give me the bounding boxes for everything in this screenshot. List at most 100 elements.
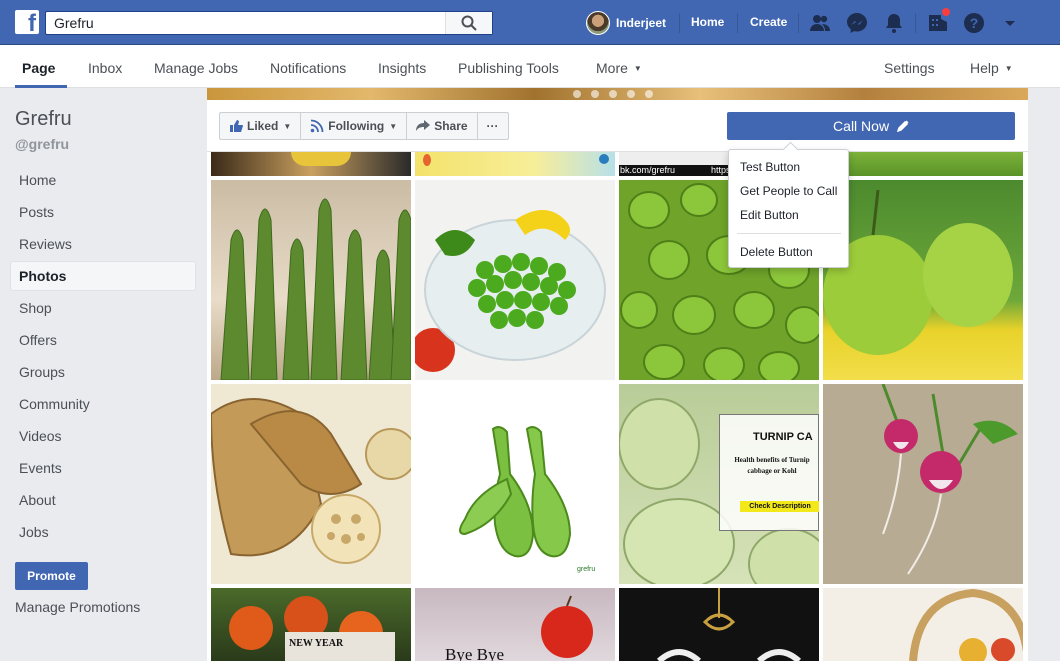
tab-settings[interactable]: Settings: [884, 60, 935, 76]
share-label: Share: [434, 119, 468, 133]
photo-thumbnail[interactable]: [211, 152, 411, 176]
carousel-dot[interactable]: [609, 90, 617, 98]
right-gutter: [1028, 88, 1060, 661]
photo-kohlrabi[interactable]: TURNIP CA Health benefits of Turnip cabb…: [619, 384, 819, 584]
sidebar-item-events[interactable]: Events: [10, 453, 196, 483]
thumbs-up-icon: [230, 120, 243, 132]
divider: [737, 13, 738, 33]
facebook-logo[interactable]: f: [15, 10, 39, 34]
tab-publishing-tools[interactable]: Publishing Tools: [458, 60, 559, 76]
caret-down-icon: ▼: [633, 64, 642, 73]
more-options-button[interactable]: ···: [478, 113, 508, 139]
tab-inbox[interactable]: Inbox: [88, 60, 122, 76]
search-icon: [461, 15, 477, 31]
following-button[interactable]: Following ▼: [301, 113, 408, 139]
tab-manage-jobs[interactable]: Manage Jobs: [154, 60, 238, 76]
photo-thumbnail[interactable]: [415, 152, 615, 176]
account-menu-chevron-icon[interactable]: [998, 11, 1022, 35]
share-button[interactable]: Share: [407, 113, 478, 139]
photo-green-peas[interactable]: [415, 180, 615, 380]
share-arrow-icon: [416, 120, 431, 131]
promote-button[interactable]: Promote: [15, 562, 88, 590]
sidebar-item-reviews[interactable]: Reviews: [10, 229, 196, 259]
avatar: [586, 11, 610, 35]
photo-radish[interactable]: [823, 384, 1023, 584]
bye-bye-text: Bye Bye: [445, 645, 505, 661]
sidebar-item-jobs[interactable]: Jobs: [10, 517, 196, 547]
menu-item-get-people-to-call[interactable]: Get People to Call: [740, 184, 837, 198]
menu-item-delete-button[interactable]: Delete Button: [740, 245, 813, 259]
card-title: TURNIP CA: [753, 431, 813, 443]
liked-button[interactable]: Liked ▼: [220, 113, 302, 139]
photo-bottle-gourd[interactable]: grefru: [415, 384, 615, 584]
photo-illustration: [823, 189, 1013, 355]
sidebar-item-about[interactable]: About: [10, 485, 196, 515]
photo-asparagus[interactable]: [211, 180, 411, 380]
caret-down-icon: ▼: [1004, 64, 1013, 73]
caret-down-icon: ▼: [389, 121, 398, 131]
svg-text:?: ?: [970, 15, 979, 31]
tab-more-label: More: [596, 60, 628, 76]
tab-page[interactable]: Page: [22, 60, 55, 76]
photo-2019[interactable]: [619, 588, 819, 661]
tab-notifications[interactable]: Notifications: [270, 60, 346, 76]
photo-guava[interactable]: [823, 180, 1023, 380]
liked-label: Liked: [247, 119, 279, 133]
more-label: ···: [486, 119, 499, 133]
carousel-dot[interactable]: [645, 90, 653, 98]
page-title[interactable]: Grefru: [15, 108, 72, 131]
search-box: [45, 11, 493, 35]
page-action-bar: Liked ▼ Following ▼ Share ··· Call Now: [207, 100, 1028, 152]
photo-illustration: [415, 210, 606, 372]
photo-lotus-root[interactable]: [211, 384, 411, 584]
carousel-dot[interactable]: [591, 90, 599, 98]
carousel-dot[interactable]: [573, 90, 581, 98]
call-now-button[interactable]: Call Now: [727, 112, 1015, 140]
info-card: TURNIP CA Health benefits of Turnip cabb…: [719, 414, 819, 531]
call-now-dropdown-menu: Test Button Get People to Call Edit Butt…: [728, 149, 849, 268]
check-description-button: Check Description: [740, 501, 819, 512]
photo-detail: [291, 152, 351, 166]
photo-bye-bye[interactable]: Bye Bye: [415, 588, 615, 661]
menu-item-edit-button[interactable]: Edit Button: [740, 208, 799, 222]
photo-new-year-veggies[interactable]: NEW YEAR: [211, 588, 411, 661]
manage-promotions-link[interactable]: Manage Promotions: [15, 599, 140, 615]
carousel-dot[interactable]: [627, 90, 635, 98]
notifications-icon[interactable]: [882, 11, 906, 35]
user-name: Inderjeet: [616, 16, 667, 30]
profile-link[interactable]: Inderjeet: [586, 11, 666, 35]
messenger-icon[interactable]: [845, 11, 869, 35]
tab-more[interactable]: More ▼: [596, 60, 642, 76]
new-year-banner: NEW YEAR: [285, 632, 395, 661]
tab-help[interactable]: Help ▼: [970, 60, 1013, 76]
sidebar-item-community[interactable]: Community: [10, 389, 196, 419]
photo-caption: bk.com/grefru: [620, 165, 676, 175]
sidebar-item-photos[interactable]: Photos: [10, 261, 196, 291]
search-button[interactable]: [445, 12, 492, 34]
cover-photo[interactable]: [207, 88, 1028, 100]
page-action-buttons: Liked ▼ Following ▼ Share ···: [219, 112, 509, 140]
create-link[interactable]: Create: [750, 15, 787, 29]
sidebar-item-videos[interactable]: Videos: [10, 421, 196, 451]
sidebar-item-offers[interactable]: Offers: [10, 325, 196, 355]
menu-item-test-button[interactable]: Test Button: [740, 160, 800, 174]
sidebar-item-shop[interactable]: Shop: [10, 293, 196, 323]
photo-illustration: [881, 384, 1018, 575]
top-bar: f Inderjeet Home Create ?: [0, 0, 1060, 45]
photo-basket[interactable]: [823, 588, 1023, 661]
following-label: Following: [328, 119, 385, 133]
sidebar-item-posts[interactable]: Posts: [10, 197, 196, 227]
page-handle[interactable]: @grefru: [15, 136, 69, 152]
friend-requests-icon[interactable]: [808, 11, 832, 35]
sidebar-item-home[interactable]: Home: [10, 165, 196, 195]
menu-divider: [737, 233, 841, 234]
tab-insights[interactable]: Insights: [378, 60, 426, 76]
sidebar-item-groups[interactable]: Groups: [10, 357, 196, 387]
search-input[interactable]: [46, 12, 446, 34]
page-nav: Page Inbox Manage Jobs Notifications Ins…: [0, 45, 1060, 88]
help-icon[interactable]: ?: [962, 11, 986, 35]
photo-thumbnail[interactable]: [823, 152, 1023, 176]
home-link[interactable]: Home: [691, 15, 724, 29]
call-now-label: Call Now: [833, 118, 890, 134]
divider: [679, 13, 680, 33]
